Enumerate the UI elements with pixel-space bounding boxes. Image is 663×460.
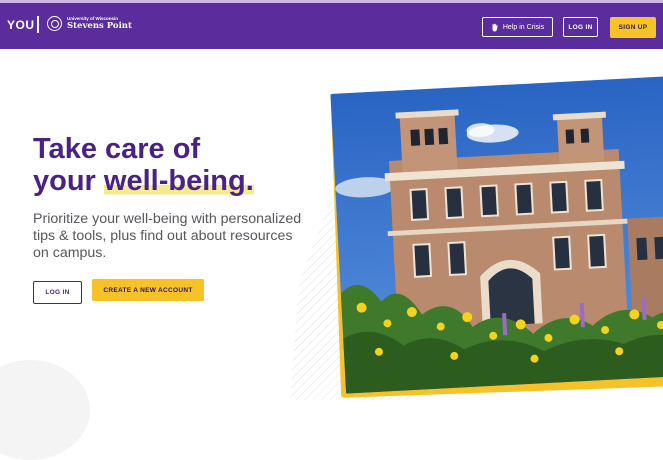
hand-icon	[492, 23, 498, 31]
corner-decoration	[0, 360, 90, 460]
help-in-crisis-button[interactable]: Help in Crisis	[482, 17, 553, 37]
help-in-crisis-label: Help in Crisis	[502, 23, 545, 31]
university-seal-icon	[47, 16, 62, 31]
header-login-button[interactable]: LOG IN	[563, 17, 598, 37]
create-account-button[interactable]: CREATE A NEW ACCOUNT	[92, 279, 204, 301]
university-name-label: Stevens Point	[67, 21, 132, 31]
brand-divider	[37, 16, 39, 33]
top-navigation-bar: YOU University of Wisconsin Stevens Poin…	[0, 0, 663, 49]
hero-title-highlight: well-being.	[103, 165, 254, 197]
header-signup-button[interactable]: SIGN UP	[610, 17, 656, 38]
brand-logo-you[interactable]: YOU	[7, 18, 35, 32]
hero-description: Prioritize your well-being with personal…	[33, 211, 302, 261]
hero-title: Take care of your well-being.	[33, 133, 254, 197]
campus-building-photo	[330, 76, 663, 394]
building-illustration	[335, 109, 663, 394]
hero-title-line2-prefix: your	[33, 165, 104, 197]
hero-title-line1: Take care of	[33, 133, 201, 165]
hero-login-button[interactable]: LOG IN	[33, 281, 82, 304]
